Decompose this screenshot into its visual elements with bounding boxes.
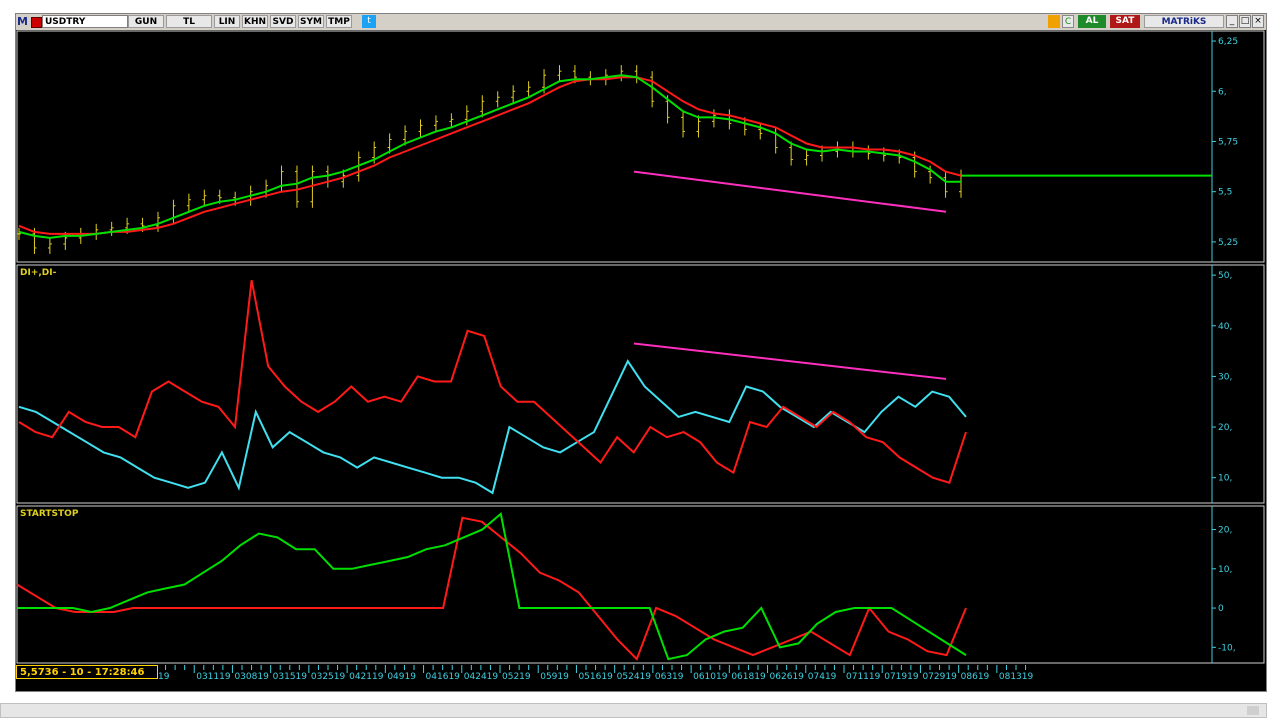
- startstop-axis-tick-label: 20,: [1218, 526, 1232, 536]
- date-label: 07419: [808, 672, 837, 682]
- date-label: 031519: [273, 672, 308, 682]
- startstop-panel-title: STARTSTOP: [20, 509, 79, 519]
- symbol-input[interactable]: USDTRY: [42, 15, 128, 28]
- date-label: 06319: [655, 672, 684, 682]
- matriks-logo: M: [17, 15, 28, 28]
- di-axis-tick-label: 50,: [1218, 271, 1232, 281]
- stop-line: [17, 512, 967, 661]
- brand-label: MATRiKS: [1144, 15, 1224, 28]
- date-label: 051619: [578, 672, 613, 682]
- date-label: 042119: [349, 672, 384, 682]
- template-button[interactable]: TMP: [326, 15, 352, 28]
- currency-button[interactable]: TL: [166, 15, 212, 28]
- period-button[interactable]: GUN: [128, 15, 164, 28]
- startstop-panel-border: [16, 505, 1265, 664]
- date-label: 031119: [196, 672, 231, 682]
- date-label: 19: [158, 672, 170, 682]
- di-trendline: [633, 342, 947, 380]
- price-panel-border: [16, 30, 1265, 263]
- date-label: 061819: [731, 672, 766, 682]
- sell-button[interactable]: SAT: [1110, 15, 1140, 28]
- date-label: 081319: [999, 672, 1034, 682]
- svd-button[interactable]: SVD: [270, 15, 296, 28]
- maximize-button[interactable]: □: [1239, 15, 1251, 28]
- date-label: 061019: [693, 672, 728, 682]
- di-axis-tick-label: 40,: [1218, 322, 1232, 332]
- price-axis-tick-label: 5,25: [1218, 238, 1238, 248]
- date-label: 071919: [884, 672, 919, 682]
- startstop-axis-tick-label: 0: [1218, 604, 1224, 614]
- date-label: 071119: [846, 672, 881, 682]
- refresh-icon[interactable]: C: [1062, 15, 1074, 28]
- buy-button[interactable]: AL: [1078, 15, 1106, 28]
- chart-window: M USDTRY GUN TL LIN KHN SVD SYM TMP t C …: [15, 13, 1267, 692]
- date-label: 041619: [426, 672, 461, 682]
- date-label: 08619: [961, 672, 990, 682]
- di-panel-title: DI+,DI-: [20, 268, 57, 278]
- date-label: 042419: [464, 672, 499, 682]
- di-plus-line: [18, 280, 967, 484]
- price-axis-tick-label: 6,25: [1218, 37, 1238, 47]
- startstop-axis-tick-label: -10,: [1218, 643, 1236, 653]
- date-axis: 19 031119 030819 031519 032519 042119 04919 041…: [16, 665, 1266, 685]
- di-axis-tick-label: 30,: [1218, 372, 1232, 382]
- date-label: 05919: [540, 672, 569, 682]
- close-button[interactable]: ×: [1252, 15, 1264, 28]
- price-axis-tick-label: 5,5: [1218, 188, 1232, 198]
- di-minus-line: [18, 359, 967, 495]
- startstop-panel: STARTSTOP 20, 10, 0 -10,: [16, 505, 1265, 664]
- date-label: 05219: [502, 672, 531, 682]
- price-panel: 6,25 6, 5,75 5,5 5,25: [16, 30, 1265, 263]
- start-line: [16, 516, 967, 661]
- khn-button[interactable]: KHN: [242, 15, 268, 28]
- status-readout: 5,5736 - 10 - 17:28:46: [16, 665, 158, 679]
- date-label: 052419: [617, 672, 652, 682]
- horizontal-scrollbar[interactable]: [0, 703, 1267, 718]
- date-label: 032519: [311, 672, 346, 682]
- minimize-button[interactable]: _: [1226, 15, 1238, 28]
- di-axis-tick-label: 20,: [1218, 423, 1232, 433]
- scroll-thumb[interactable]: [1247, 706, 1259, 715]
- price-trendline: [633, 170, 947, 213]
- linear-button[interactable]: LIN: [214, 15, 240, 28]
- price-axis-tick-label: 6,: [1218, 87, 1227, 97]
- sym-button[interactable]: SYM: [298, 15, 324, 28]
- date-label: 062619: [770, 672, 805, 682]
- date-label: 04919: [387, 672, 416, 682]
- date-label: 072919: [922, 672, 957, 682]
- di-panel-border: [16, 264, 1265, 504]
- chart-area[interactable]: 6,25 6, 5,75 5,5 5,25 DI+,DI- 50, 40, 30, 20, 10,…: [16, 30, 1266, 691]
- ema-slow-line: [18, 76, 962, 235]
- twitter-icon[interactable]: t: [362, 15, 376, 28]
- di-panel: DI+,DI- 50, 40, 30, 20, 10,: [16, 264, 1265, 504]
- ema-fast-line: [18, 74, 961, 239]
- toolbar: M USDTRY GUN TL LIN KHN SVD SYM TMP t C …: [16, 14, 1266, 31]
- alarm-icon[interactable]: [1048, 15, 1060, 28]
- symbol-grid-icon[interactable]: [31, 17, 42, 28]
- startstop-axis-tick-label: 10,: [1218, 565, 1232, 575]
- price-axis-tick-label: 5,75: [1218, 137, 1238, 147]
- di-axis-tick-label: 10,: [1218, 474, 1232, 484]
- date-label: 030819: [234, 672, 269, 682]
